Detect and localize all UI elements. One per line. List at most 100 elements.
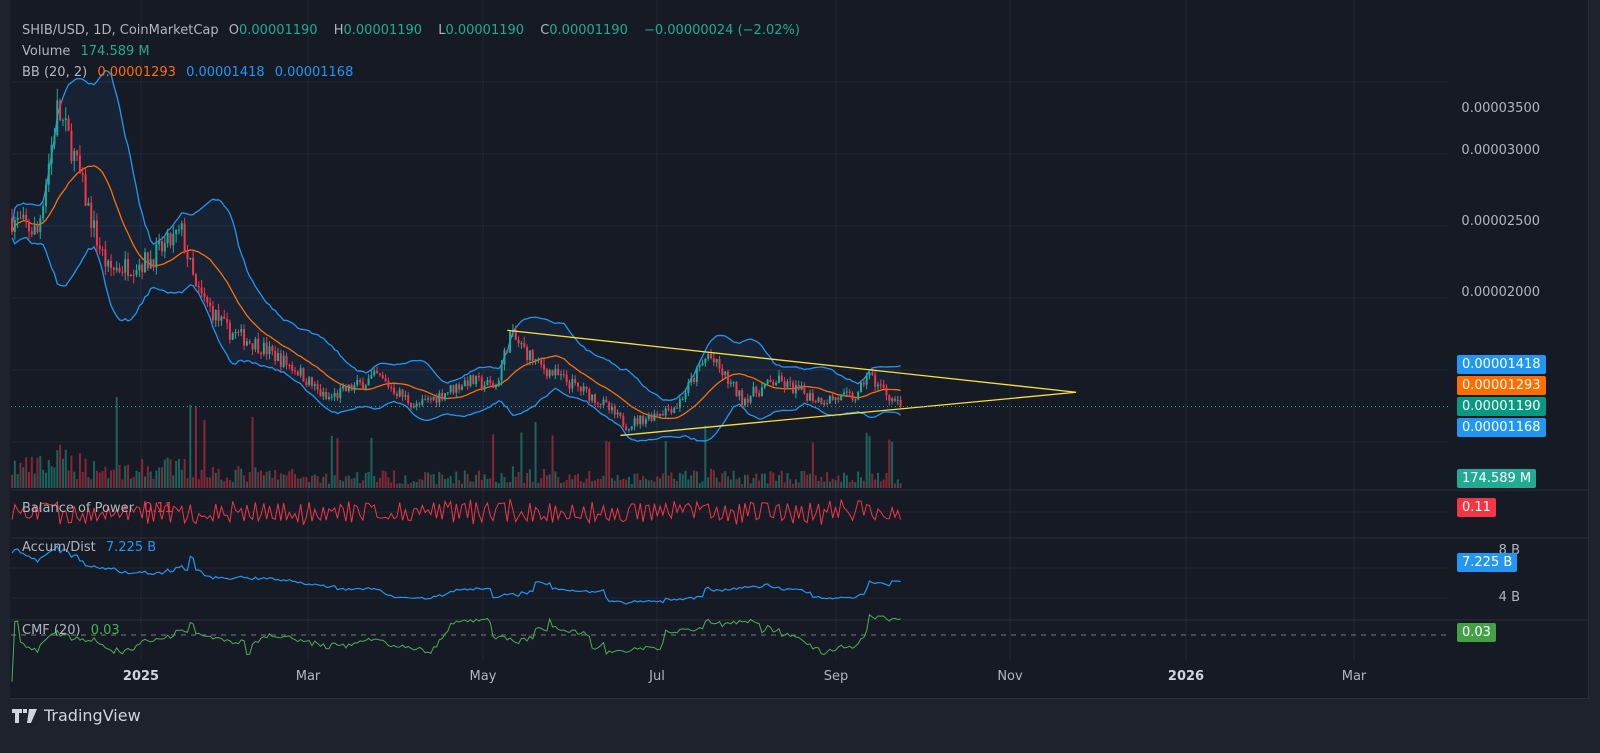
volume-bar — [599, 478, 602, 488]
volume-bar — [364, 472, 367, 488]
volume-bar — [325, 473, 328, 488]
candle-body — [568, 382, 571, 389]
volume-bar — [308, 482, 311, 488]
price-axis-label: 0.00002500 — [1461, 214, 1540, 229]
volume-bar — [367, 471, 370, 488]
candle-body — [226, 318, 229, 323]
candle-body — [197, 285, 200, 288]
volume-bar — [800, 470, 803, 488]
candle-body — [712, 358, 715, 363]
o-label: O — [228, 23, 239, 38]
candle-body — [460, 386, 463, 390]
candle-body — [738, 390, 741, 397]
open-label: O0.00001190 — [229, 23, 324, 38]
time-axis-label: 2025 — [122, 669, 160, 684]
volume-bar — [896, 479, 899, 488]
ohlc-legend: SHIB/USD, 1D, CoinMarketCap O0.00001190 … — [22, 23, 806, 38]
candle-body — [282, 355, 285, 367]
volume-value: 174.589 M — [80, 44, 150, 59]
price-axis-label: 0.00002000 — [1461, 285, 1540, 300]
candle-body — [220, 316, 223, 321]
volume-bar — [376, 481, 379, 488]
volume-bar — [868, 435, 871, 488]
candle-body — [746, 398, 749, 403]
volume-bar — [435, 483, 438, 488]
candle-body — [789, 381, 792, 383]
candle-body — [820, 397, 823, 405]
volume-bar — [271, 477, 274, 488]
candle-body — [47, 163, 50, 185]
bb-upper-tag: 0.00001418 — [1457, 355, 1546, 374]
volume-bar — [19, 462, 22, 488]
candle-body — [548, 370, 551, 377]
candle-body — [104, 249, 107, 267]
volume-bar — [11, 474, 13, 488]
volume-bar — [432, 474, 435, 488]
candle-body — [659, 414, 662, 416]
volume-bar — [743, 474, 746, 488]
candle-body — [656, 413, 659, 416]
volume-bar — [347, 475, 350, 488]
volume-bar — [319, 482, 322, 488]
candle-body — [543, 364, 546, 370]
candle-body — [19, 217, 22, 219]
volume-bar — [577, 473, 579, 488]
volume-bar — [296, 478, 299, 488]
candle-body — [463, 380, 466, 387]
tradingview-logo[interactable]: TradingView — [12, 706, 141, 725]
candle-body — [177, 229, 180, 231]
candle-body — [579, 386, 582, 392]
candle-body — [896, 399, 899, 401]
volume-bar — [67, 470, 70, 488]
volume-bar — [285, 475, 288, 488]
volume-bar — [729, 479, 732, 488]
candle-body — [124, 259, 127, 273]
candle-body — [775, 382, 778, 385]
volume-bar — [845, 475, 848, 488]
volume-bar — [254, 467, 257, 488]
candle-body — [50, 144, 53, 164]
candle-body — [228, 322, 231, 340]
volume-bar — [95, 470, 98, 488]
ad-label: Accum/Dist — [22, 540, 96, 555]
candle-body — [466, 380, 469, 387]
candle-body — [599, 403, 602, 405]
cmf-label: CMF (20) — [22, 623, 81, 638]
bb-basis-value: 0.00001293 — [97, 65, 176, 80]
volume-bar — [398, 483, 401, 488]
volume-bar — [288, 471, 291, 488]
candle-body — [551, 370, 554, 376]
candle-body — [596, 402, 599, 404]
volume-bar — [220, 479, 223, 488]
volume-bar — [565, 479, 568, 488]
candle-body — [95, 220, 98, 246]
volume-bar — [644, 478, 647, 488]
volume-bar — [752, 477, 755, 488]
volume-bar — [189, 404, 192, 488]
volume-bar — [777, 474, 780, 488]
bop-legend: Balance of Power 0.11 — [22, 501, 179, 516]
candle-body — [455, 384, 458, 393]
candle-body — [22, 214, 25, 219]
volume-bar — [704, 425, 707, 488]
volume-bar — [593, 480, 596, 488]
chart-canvas[interactable] — [0, 0, 1600, 753]
candle-body — [373, 370, 376, 376]
volume-bar — [503, 477, 506, 488]
candle-body — [172, 233, 175, 246]
candle-body — [633, 418, 636, 427]
volume-bar — [373, 476, 376, 488]
candle-body — [446, 392, 449, 394]
volume-bar — [294, 473, 296, 488]
candle-body — [254, 339, 257, 350]
volume-bar — [616, 475, 619, 488]
volume-bar — [517, 472, 520, 488]
volume-bar — [158, 467, 161, 488]
volume-bar — [537, 482, 540, 488]
candle-body — [393, 387, 396, 394]
volume-bar — [860, 477, 862, 488]
volume-bar — [876, 472, 879, 488]
volume-bar — [667, 475, 670, 488]
volume-bar — [132, 476, 135, 488]
candle-body — [639, 415, 642, 425]
